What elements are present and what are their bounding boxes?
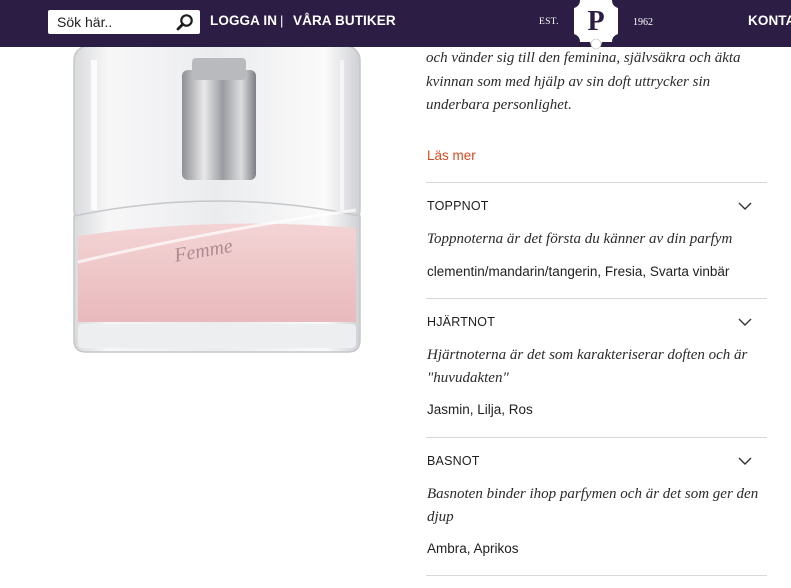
base-note-description: Basnoten binder ihop parfymen och är det… xyxy=(427,486,759,525)
divider xyxy=(426,575,767,576)
top-note-description: Toppnoterna är det första du känner av d… xyxy=(427,231,733,247)
search-button[interactable] xyxy=(174,12,196,32)
chevron-down-icon[interactable] xyxy=(738,201,752,211)
heart-note-ingredients: Jasmin, Lilja, Ros xyxy=(427,402,533,417)
search-box xyxy=(48,10,200,34)
read-more-link[interactable]: Läs mer xyxy=(427,148,476,163)
heart-note-description: Hjärtnoterna är det som karakteriserar d… xyxy=(427,347,748,386)
login-link[interactable]: LOGGA IN xyxy=(210,13,277,28)
logo-letter: P xyxy=(587,6,604,37)
top-navigation-bar: LOGGA IN | VÅRA BUTIKER EST. 1962 KONTA xyxy=(0,0,791,47)
search-icon xyxy=(176,14,193,31)
heart-note-title[interactable]: HJÄRTNOT xyxy=(427,315,495,329)
top-note-title[interactable]: TOPPNOT xyxy=(427,199,489,213)
base-note-title[interactable]: BASNOT xyxy=(427,454,480,468)
chevron-down-icon[interactable] xyxy=(738,456,752,466)
search-input[interactable] xyxy=(48,10,172,34)
logo-year-text: 1962 xyxy=(633,17,653,28)
logo-est-text: EST. xyxy=(539,17,559,27)
base-note-ingredients: Ambra, Aprikos xyxy=(427,541,519,556)
product-description: och vänder sig till den feminina, självs… xyxy=(426,50,741,113)
logo-badge-icon: P xyxy=(574,0,618,50)
divider xyxy=(426,182,767,183)
chevron-down-icon[interactable] xyxy=(738,317,752,327)
contact-link[interactable]: KONTA xyxy=(748,13,791,28)
divider xyxy=(426,437,767,438)
product-description-container: och vänder sig till den feminina, självs… xyxy=(426,47,776,127)
divider xyxy=(426,298,767,299)
product-image[interactable]: Femme xyxy=(64,40,374,370)
our-stores-link[interactable]: VÅRA BUTIKER xyxy=(293,13,396,28)
brand-logo[interactable]: P xyxy=(566,0,626,54)
nav-separator: | xyxy=(280,13,284,28)
top-note-ingredients: clementin/mandarin/tangerin, Fresia, Sva… xyxy=(427,264,730,279)
